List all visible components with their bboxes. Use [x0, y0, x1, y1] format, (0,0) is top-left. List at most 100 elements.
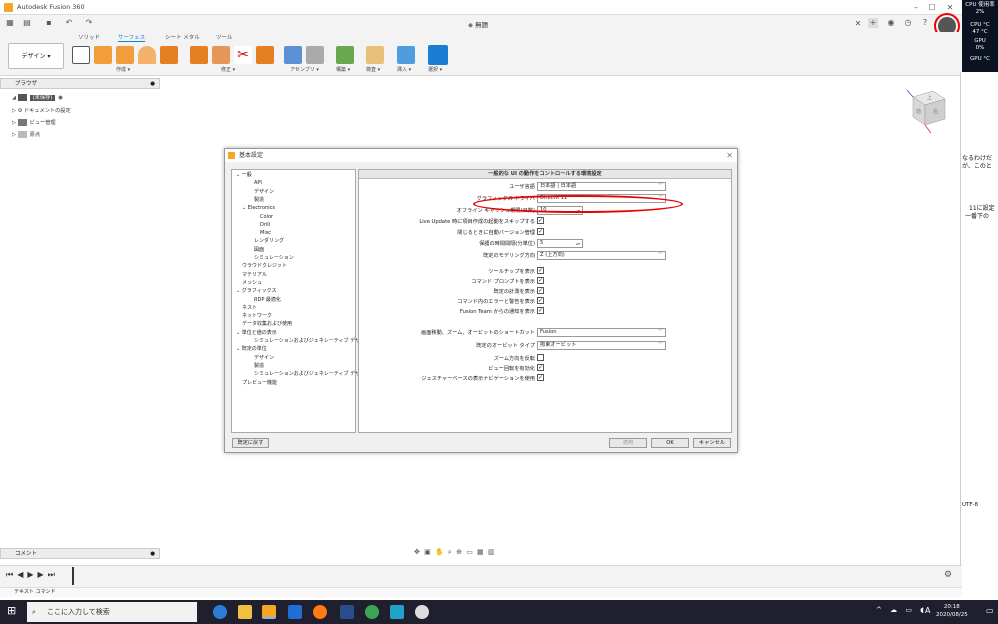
command-errors-checkbox[interactable]: ✓: [537, 297, 544, 304]
app-icon[interactable]: [415, 605, 429, 619]
tab-tools[interactable]: ツール: [216, 33, 233, 41]
stepper-arrows-icon[interactable]: ▴▾: [576, 240, 580, 247]
timeline-marker[interactable]: [72, 567, 74, 585]
new-tab-icon[interactable]: +: [868, 18, 878, 28]
fit-icon[interactable]: ⊕: [456, 548, 463, 556]
orbit-icon[interactable]: ✥: [414, 548, 421, 556]
tree-item[interactable]: ⌄ 単位と値の表示: [236, 330, 277, 337]
look-at-icon[interactable]: ▣: [424, 548, 432, 556]
select-icon[interactable]: [428, 45, 448, 65]
tree-item[interactable]: ネットワーク: [242, 313, 272, 320]
offset-icon[interactable]: [190, 46, 208, 64]
undo-icon[interactable]: ↶: [64, 18, 74, 28]
outlook-icon[interactable]: [288, 605, 302, 619]
insert-image-icon[interactable]: [397, 46, 415, 64]
redo-icon[interactable]: ↷: [84, 18, 94, 28]
extrude-surface-icon[interactable]: [94, 46, 112, 64]
group-select[interactable]: 選択 ▾: [428, 66, 442, 73]
auto-version-checkbox[interactable]: ✓: [537, 228, 544, 235]
thicken-icon[interactable]: [256, 46, 274, 64]
restore-defaults-button[interactable]: 既定に戻す: [232, 438, 269, 448]
tree-item[interactable]: API: [254, 180, 262, 187]
ime-indicator[interactable]: A: [925, 606, 930, 615]
tree-item[interactable]: ⌄ 一般: [236, 172, 252, 179]
tree-item[interactable]: デザイン: [254, 355, 274, 362]
tab-solid[interactable]: ソリッド: [78, 33, 100, 41]
live-update-checkbox[interactable]: ✓: [537, 217, 544, 224]
app-icon[interactable]: [390, 605, 404, 619]
default-measure-checkbox[interactable]: ✓: [537, 287, 544, 294]
tree-item[interactable]: ⌄ グラフィックス: [236, 288, 277, 295]
measure-icon[interactable]: [366, 46, 384, 64]
scissors-icon[interactable]: ✂: [234, 46, 252, 64]
dialog-close-button[interactable]: ✕: [726, 149, 733, 162]
browser-pin-icon[interactable]: ●: [150, 79, 155, 89]
user-language-select[interactable]: 日本語 | 日本語 ﹀: [537, 182, 666, 191]
taskbar-clock[interactable]: 20:18 2020/08/25: [936, 603, 968, 619]
firefox-icon[interactable]: [313, 605, 327, 619]
group-construct[interactable]: 構築 ▾: [336, 66, 350, 73]
gesture-navigation-checkbox[interactable]: ✓: [537, 374, 544, 381]
viewports-icon[interactable]: ▥: [488, 548, 496, 556]
tree-item[interactable]: ウラウドクレジット: [242, 263, 287, 270]
construct-plane-icon[interactable]: [336, 46, 354, 64]
group-inspect[interactable]: 検査 ▾: [366, 66, 380, 73]
tree-item[interactable]: シミュレーション: [254, 255, 294, 262]
tree-item[interactable]: マテリアル: [242, 272, 267, 279]
windows-start-icon[interactable]: ⊞: [7, 605, 19, 617]
app-icon[interactable]: [365, 605, 379, 619]
group-insert[interactable]: 挿入 ▾: [397, 66, 411, 73]
recovery-interval-stepper[interactable]: 5 ▴▾: [537, 239, 583, 248]
fusion-taskbar-icon[interactable]: [262, 605, 276, 619]
pan-icon[interactable]: ✋: [435, 548, 445, 556]
orbit-type-select[interactable]: 拘束オービット ﹀: [537, 341, 666, 350]
tree-item[interactable]: レンダリング: [254, 238, 284, 245]
tree-item[interactable]: シミュレーションおよびジェネレーティブ デザイン: [254, 338, 370, 345]
group-create[interactable]: 作成 ▾: [116, 66, 130, 73]
comments-bar[interactable]: コメント ●: [0, 548, 160, 559]
reverse-zoom-checkbox[interactable]: [537, 354, 544, 361]
loft-icon[interactable]: [160, 46, 178, 64]
group-assemble[interactable]: アセンブリ ▾: [290, 66, 319, 73]
tooltips-checkbox[interactable]: ✓: [537, 267, 544, 274]
browser-item-origin[interactable]: ▷ 原点: [12, 130, 40, 140]
tree-item[interactable]: ⌄ 既定の単位: [236, 346, 267, 353]
maximize-button[interactable]: ☐: [926, 2, 938, 13]
notification-icon[interactable]: ▭: [986, 606, 994, 615]
grid-settings-icon[interactable]: ▦: [477, 548, 485, 556]
tree-item[interactable]: デザイン: [254, 189, 274, 196]
new-component-icon[interactable]: [284, 46, 302, 64]
help-icon[interactable]: ?: [920, 18, 930, 28]
browser-header[interactable]: ブラウザ ●: [0, 78, 160, 89]
workspace-switcher-button[interactable]: デザイン ▾: [8, 43, 64, 69]
nav-shortcut-select[interactable]: Fusion ﹀: [537, 328, 666, 337]
cancel-button[interactable]: キャンセル: [693, 438, 731, 448]
dialog-title-bar[interactable]: 基本設定 ✕: [225, 149, 737, 162]
apply-button[interactable]: 適用: [609, 438, 647, 448]
sketch-tool-icon[interactable]: [72, 46, 90, 64]
word-icon[interactable]: [340, 605, 354, 619]
browser-root[interactable]: ◢ (未保存) ◉: [12, 93, 63, 103]
tree-item[interactable]: 製造: [254, 197, 264, 204]
save-icon[interactable]: ▪: [44, 18, 54, 28]
fusion-team-checkbox[interactable]: ✓: [537, 307, 544, 314]
document-tab[interactable]: ◆ 無題: [468, 19, 488, 29]
viewcube[interactable]: 上 前 右: [905, 85, 949, 135]
text-command-bar[interactable]: テキスト コマンド: [0, 587, 962, 597]
data-panel-icon[interactable]: ▦: [5, 18, 15, 28]
close-window-button[interactable]: ✕: [944, 2, 956, 13]
file-menu-icon[interactable]: ▤: [22, 18, 32, 28]
activate-radio-icon[interactable]: ◉: [58, 95, 63, 101]
tab-sheet-metal[interactable]: シート メタル: [165, 33, 200, 41]
extensions-icon[interactable]: ◉: [886, 18, 896, 28]
revolve-icon[interactable]: [138, 46, 156, 64]
tree-item[interactable]: RDP 最適化: [254, 297, 281, 304]
tree-item[interactable]: シミュレーションおよびジェネレーティブ デザイン: [254, 371, 370, 378]
command-prompt-checkbox[interactable]: ✓: [537, 277, 544, 284]
file-explorer-icon[interactable]: [238, 605, 252, 619]
minimize-button[interactable]: –: [910, 2, 922, 13]
edge-browser-icon[interactable]: [213, 605, 227, 619]
tree-item[interactable]: Color: [260, 214, 273, 221]
modeling-orientation-select[interactable]: Z (上方向) ﹀: [537, 251, 666, 260]
tree-item[interactable]: Misc: [260, 230, 271, 237]
